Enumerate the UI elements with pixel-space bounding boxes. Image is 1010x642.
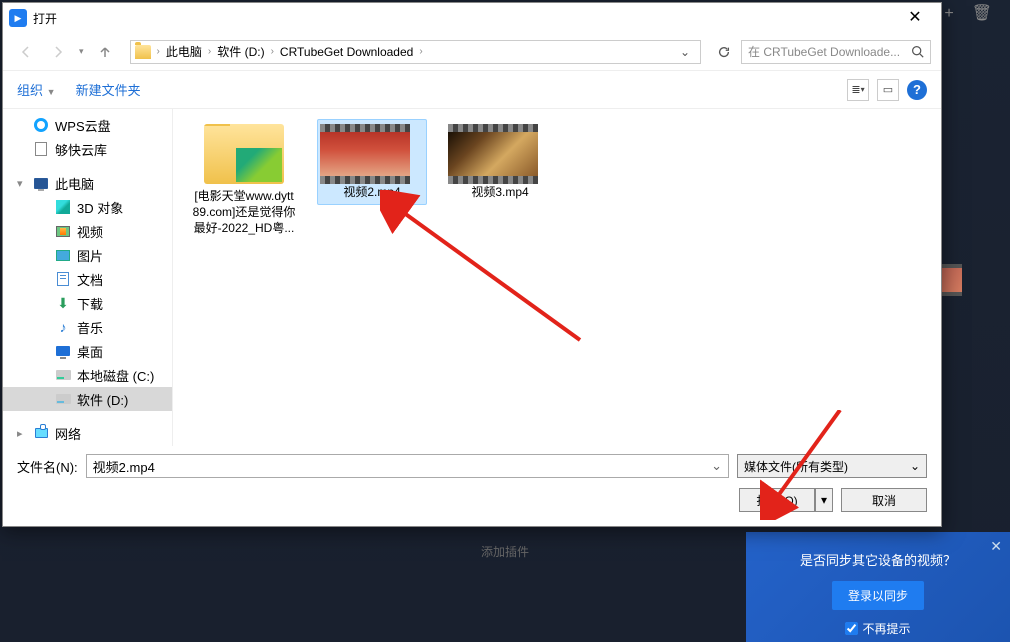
view-mode-icon[interactable]: ≣ ▾ xyxy=(847,79,869,101)
sidebar-item-label: 3D 对象 xyxy=(77,198,123,217)
sidebar-item-label: 下载 xyxy=(77,294,103,313)
folder-item[interactable]: [电影天堂www.dytt89.com]还是觉得你最好-2022_HD粤... xyxy=(189,119,299,242)
file-name-label: 视频2.mp4 xyxy=(320,184,424,200)
sidebar-item[interactable]: 软件 (D:) xyxy=(3,387,172,411)
sidebar-item[interactable]: 视频 xyxy=(3,219,172,243)
cancel-button[interactable]: 取消 xyxy=(841,488,927,512)
preview-pane-icon[interactable]: ▭ xyxy=(877,79,899,101)
tree-expand-icon[interactable]: ▾ xyxy=(17,177,27,190)
sync-login-button[interactable]: 登录以同步 xyxy=(832,581,924,610)
folder-icon xyxy=(204,124,284,184)
help-icon[interactable]: ? xyxy=(907,80,927,100)
sidebar-item[interactable]: ▾ 此电脑 xyxy=(3,171,172,195)
filetype-filter[interactable]: 媒体文件(所有类型) ⌄ xyxy=(737,454,927,478)
tree-expand-icon[interactable]: ▸ xyxy=(17,427,27,440)
sidebar-item-label: 文档 xyxy=(77,270,103,289)
open-button-group: 打开(O) ▾ xyxy=(739,488,833,512)
breadcrumb-folder-icon xyxy=(135,45,151,59)
sync-popup: ✕ 是否同步其它设备的视频？ 登录以同步 不再提示 xyxy=(746,532,1010,642)
open-file-dialog: 打开 ✕ ▾ › 此电脑 › 软件 (D:) › CRTubeGet Downl… xyxy=(2,2,942,527)
video-file-item[interactable]: 视频3.mp4 xyxy=(445,119,555,205)
sidebar-item[interactable]: ▸ 网络 xyxy=(3,421,172,445)
breadcrumb-sep[interactable]: › xyxy=(269,46,276,57)
sidebar-item-label: 视频 xyxy=(77,222,103,241)
sidebar-item-label: 软件 (D:) xyxy=(77,390,128,409)
breadcrumb-sep[interactable]: › xyxy=(155,46,162,57)
filename-input[interactable]: 视频2.mp4 ⌄ xyxy=(86,454,729,478)
organize-button[interactable]: 组织 ▼ xyxy=(17,80,56,99)
filename-label: 文件名(N): xyxy=(17,457,78,476)
sidebar-item[interactable]: 桌面 xyxy=(3,339,172,363)
breadcrumb-seg-2[interactable]: CRTubeGet Downloaded xyxy=(276,41,417,63)
open-dropdown-button[interactable]: ▾ xyxy=(815,488,833,512)
filetype-filter-label: 媒体文件(所有类型) xyxy=(744,458,848,475)
dialog-nav: ▾ › 此电脑 › 软件 (D:) › CRTubeGet Downloaded… xyxy=(3,33,941,71)
search-input[interactable]: 在 CRTubeGet Downloade... xyxy=(741,40,931,64)
dialog-app-icon xyxy=(9,9,27,27)
dialog-body: WPS云盘够快云库 ▾ 此电脑 3D 对象视频图片文档 ⬇下载♪音乐桌面本地磁盘 (C:… xyxy=(3,109,941,446)
sidebar-item-label: 够快云库 xyxy=(55,140,107,159)
sidebar-item[interactable]: 文档 xyxy=(3,267,172,291)
dialog-toolbar: 组织 ▼ 新建文件夹 ≣ ▾ ▭ ? xyxy=(3,71,941,109)
file-name-label: 视频3.mp4 xyxy=(448,184,552,200)
new-folder-button[interactable]: 新建文件夹 xyxy=(76,80,141,99)
nav-up-icon[interactable] xyxy=(92,39,118,65)
dialog-titlebar[interactable]: 打开 ✕ xyxy=(3,3,941,33)
sidebar-item[interactable]: ⬇下载 xyxy=(3,291,172,315)
video-thumbnail xyxy=(320,124,410,184)
sidebar-tree: WPS云盘够快云库 ▾ 此电脑 3D 对象视频图片文档 ⬇下载♪音乐桌面本地磁盘 (C:… xyxy=(3,109,173,446)
sync-close-icon[interactable]: ✕ xyxy=(990,538,1002,555)
sidebar-item[interactable]: 够快云库 xyxy=(3,137,172,161)
file-name-label: [电影天堂www.dytt89.com]还是觉得你最好-2022_HD粤... xyxy=(192,188,296,237)
video-thumbnail xyxy=(448,124,538,184)
video-file-item[interactable]: 视频2.mp4 xyxy=(317,119,427,205)
refresh-icon[interactable] xyxy=(713,41,735,63)
sync-title: 是否同步其它设备的视频？ xyxy=(760,550,996,569)
nav-back-icon[interactable] xyxy=(13,39,39,65)
sidebar-item-label: 音乐 xyxy=(77,318,103,337)
nav-history-dropdown[interactable]: ▾ xyxy=(77,46,86,57)
sidebar-item[interactable]: ♪音乐 xyxy=(3,315,172,339)
nav-forward-icon[interactable] xyxy=(45,39,71,65)
filename-value: 视频2.mp4 xyxy=(93,457,155,476)
sidebar-item-label: 此电脑 xyxy=(55,174,94,193)
sync-no-prompt[interactable]: 不再提示 xyxy=(760,620,996,637)
breadcrumb-seg-1[interactable]: 软件 (D:) xyxy=(213,41,268,63)
app-trash-icon[interactable]: 🗑 xyxy=(972,6,992,22)
breadcrumb-sep[interactable]: › xyxy=(417,46,424,57)
breadcrumb[interactable]: › 此电脑 › 软件 (D:) › CRTubeGet Downloaded ›… xyxy=(130,40,701,64)
file-list[interactable]: [电影天堂www.dytt89.com]还是觉得你最好-2022_HD粤... 视… xyxy=(173,109,941,446)
sidebar-item[interactable]: 图片 xyxy=(3,243,172,267)
sidebar-item-label: 网络 xyxy=(55,424,81,443)
chevron-down-icon: ⌄ xyxy=(910,459,920,473)
sidebar-item-label: 图片 xyxy=(77,246,103,265)
sidebar-item[interactable]: 3D 对象 xyxy=(3,195,172,219)
sidebar-item[interactable]: 本地磁盘 (C:) xyxy=(3,363,172,387)
dialog-footer: 文件名(N): 视频2.mp4 ⌄ 媒体文件(所有类型) ⌄ 打开(O) ▾ 取… xyxy=(3,446,941,526)
sidebar-item-label: 本地磁盘 (C:) xyxy=(77,366,154,385)
sidebar-item[interactable]: WPS云盘 xyxy=(3,113,172,137)
sidebar-item-label: WPS云盘 xyxy=(55,116,111,135)
open-button[interactable]: 打开(O) xyxy=(739,488,815,512)
close-icon[interactable]: ✕ xyxy=(895,4,935,32)
sync-no-prompt-checkbox[interactable] xyxy=(845,622,858,635)
filename-dropdown-icon[interactable]: ⌄ xyxy=(711,458,722,474)
dialog-title: 打开 xyxy=(33,10,57,27)
app-add-icon[interactable]: + xyxy=(944,6,953,22)
sidebar-item-label: 桌面 xyxy=(77,342,103,361)
sync-no-prompt-label: 不再提示 xyxy=(862,620,910,637)
search-placeholder: 在 CRTubeGet Downloade... xyxy=(748,43,900,60)
breadcrumb-sep[interactable]: › xyxy=(206,46,213,57)
breadcrumb-seg-0[interactable]: 此电脑 xyxy=(162,41,206,63)
breadcrumb-dropdown-icon[interactable]: ⌄ xyxy=(674,41,696,63)
